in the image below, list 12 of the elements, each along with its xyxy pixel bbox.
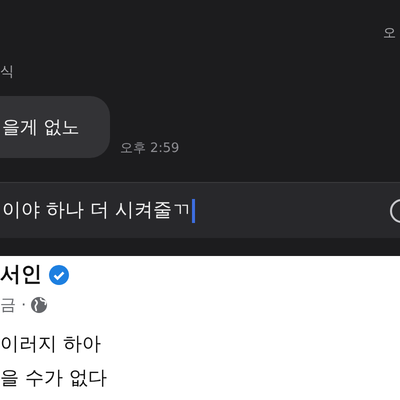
timestamp: 오 <box>383 25 396 43</box>
post-text: 을 수가 없다 <box>0 366 108 391</box>
globe-icon <box>30 296 48 314</box>
message-bubble: 을게 없노 <box>0 96 110 158</box>
text-cursor <box>192 198 196 222</box>
message-input[interactable]: 이야 하나 더 시켜줄ㄲ <box>0 182 400 238</box>
post-meta: 금 · <box>0 294 26 316</box>
sender-name: 식 <box>0 63 14 82</box>
post-text: 이러지 하아 <box>0 332 102 357</box>
message-time: 오후 2:59 <box>120 140 180 158</box>
input-text: 이야 하나 더 시켜줄ㄲ <box>1 198 192 224</box>
author-name[interactable]: 서인 <box>0 259 42 291</box>
